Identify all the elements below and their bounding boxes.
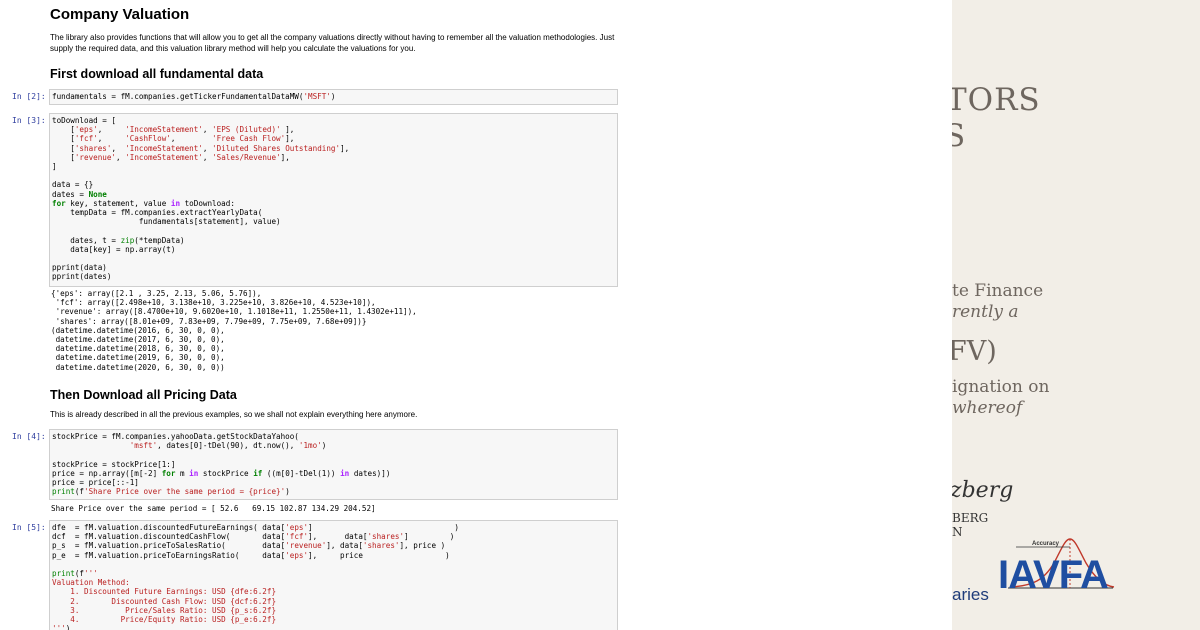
cell-prompt: In [3]: — [12, 116, 46, 125]
markdown-title-block: Company Valuation The library also provi… — [50, 6, 620, 54]
intro-text: The library also provides functions that… — [50, 33, 615, 53]
cover-text-line: BERG — [952, 511, 989, 525]
book-cover-image: TORS S te Finance rently a FV) ignation … — [952, 0, 1200, 630]
cell-prompt: In [2]: — [12, 92, 46, 101]
cover-text-line: whereof — [952, 398, 1023, 418]
code-cell[interactable]: dfe = fM.valuation.discountedFutureEarni… — [49, 520, 618, 630]
code-cell[interactable]: fundamentals = fM.companies.getTickerFun… — [49, 89, 618, 105]
cell-prompt: In [5]: — [12, 523, 46, 532]
accuracy-label: Accuracy — [1032, 541, 1060, 547]
section-heading-fundamental: First download all fundamental data — [50, 66, 620, 82]
cell-output: {'eps': array([2.1 , 3.25, 2.13, 5.06, 5… — [51, 289, 417, 372]
code-cell[interactable]: toDownload = [ ['eps', 'IncomeStatement'… — [49, 113, 618, 287]
section2-note: This is already described in all the pre… — [50, 410, 418, 419]
cover-signature: zberg — [952, 478, 1014, 503]
cover-text-line: N — [952, 525, 963, 539]
notebook-panel: Company Valuation The library also provi… — [0, 0, 952, 630]
cell-output: Share Price over the same period = [ 52.… — [51, 504, 376, 513]
section-heading-pricing: Then Download all Pricing Data This is a… — [50, 387, 620, 420]
section1-title: First download all fundamental data — [50, 67, 264, 81]
code-text: fundamentals = fM.companies.getTickerFun… — [52, 92, 336, 101]
cover-text-line: FV) — [952, 336, 997, 367]
code-text: stockPrice = fM.companies.yahooData.getS… — [52, 432, 391, 497]
cell-prompt: In [4]: — [12, 432, 46, 441]
section2-title: Then Download all Pricing Data — [50, 388, 237, 402]
cover-title-line: S — [952, 118, 966, 154]
code-text: toDownload = [ ['eps', 'IncomeStatement'… — [52, 116, 350, 282]
cover-text-line: rently a — [952, 302, 1019, 322]
code-cell[interactable]: stockPrice = fM.companies.yahooData.getS… — [49, 429, 618, 500]
cover-title-line: TORS — [952, 82, 1041, 118]
page-title: Company Valuation — [50, 6, 190, 23]
cover-text-line: te Finance — [952, 281, 1044, 301]
code-text: dfe = fM.valuation.discountedFutureEarni… — [52, 523, 459, 630]
cover-text-line: ignation on — [952, 377, 1050, 397]
cover-text-line: aries — [952, 585, 989, 604]
iavfa-logo: IAVFA — [998, 553, 1109, 597]
